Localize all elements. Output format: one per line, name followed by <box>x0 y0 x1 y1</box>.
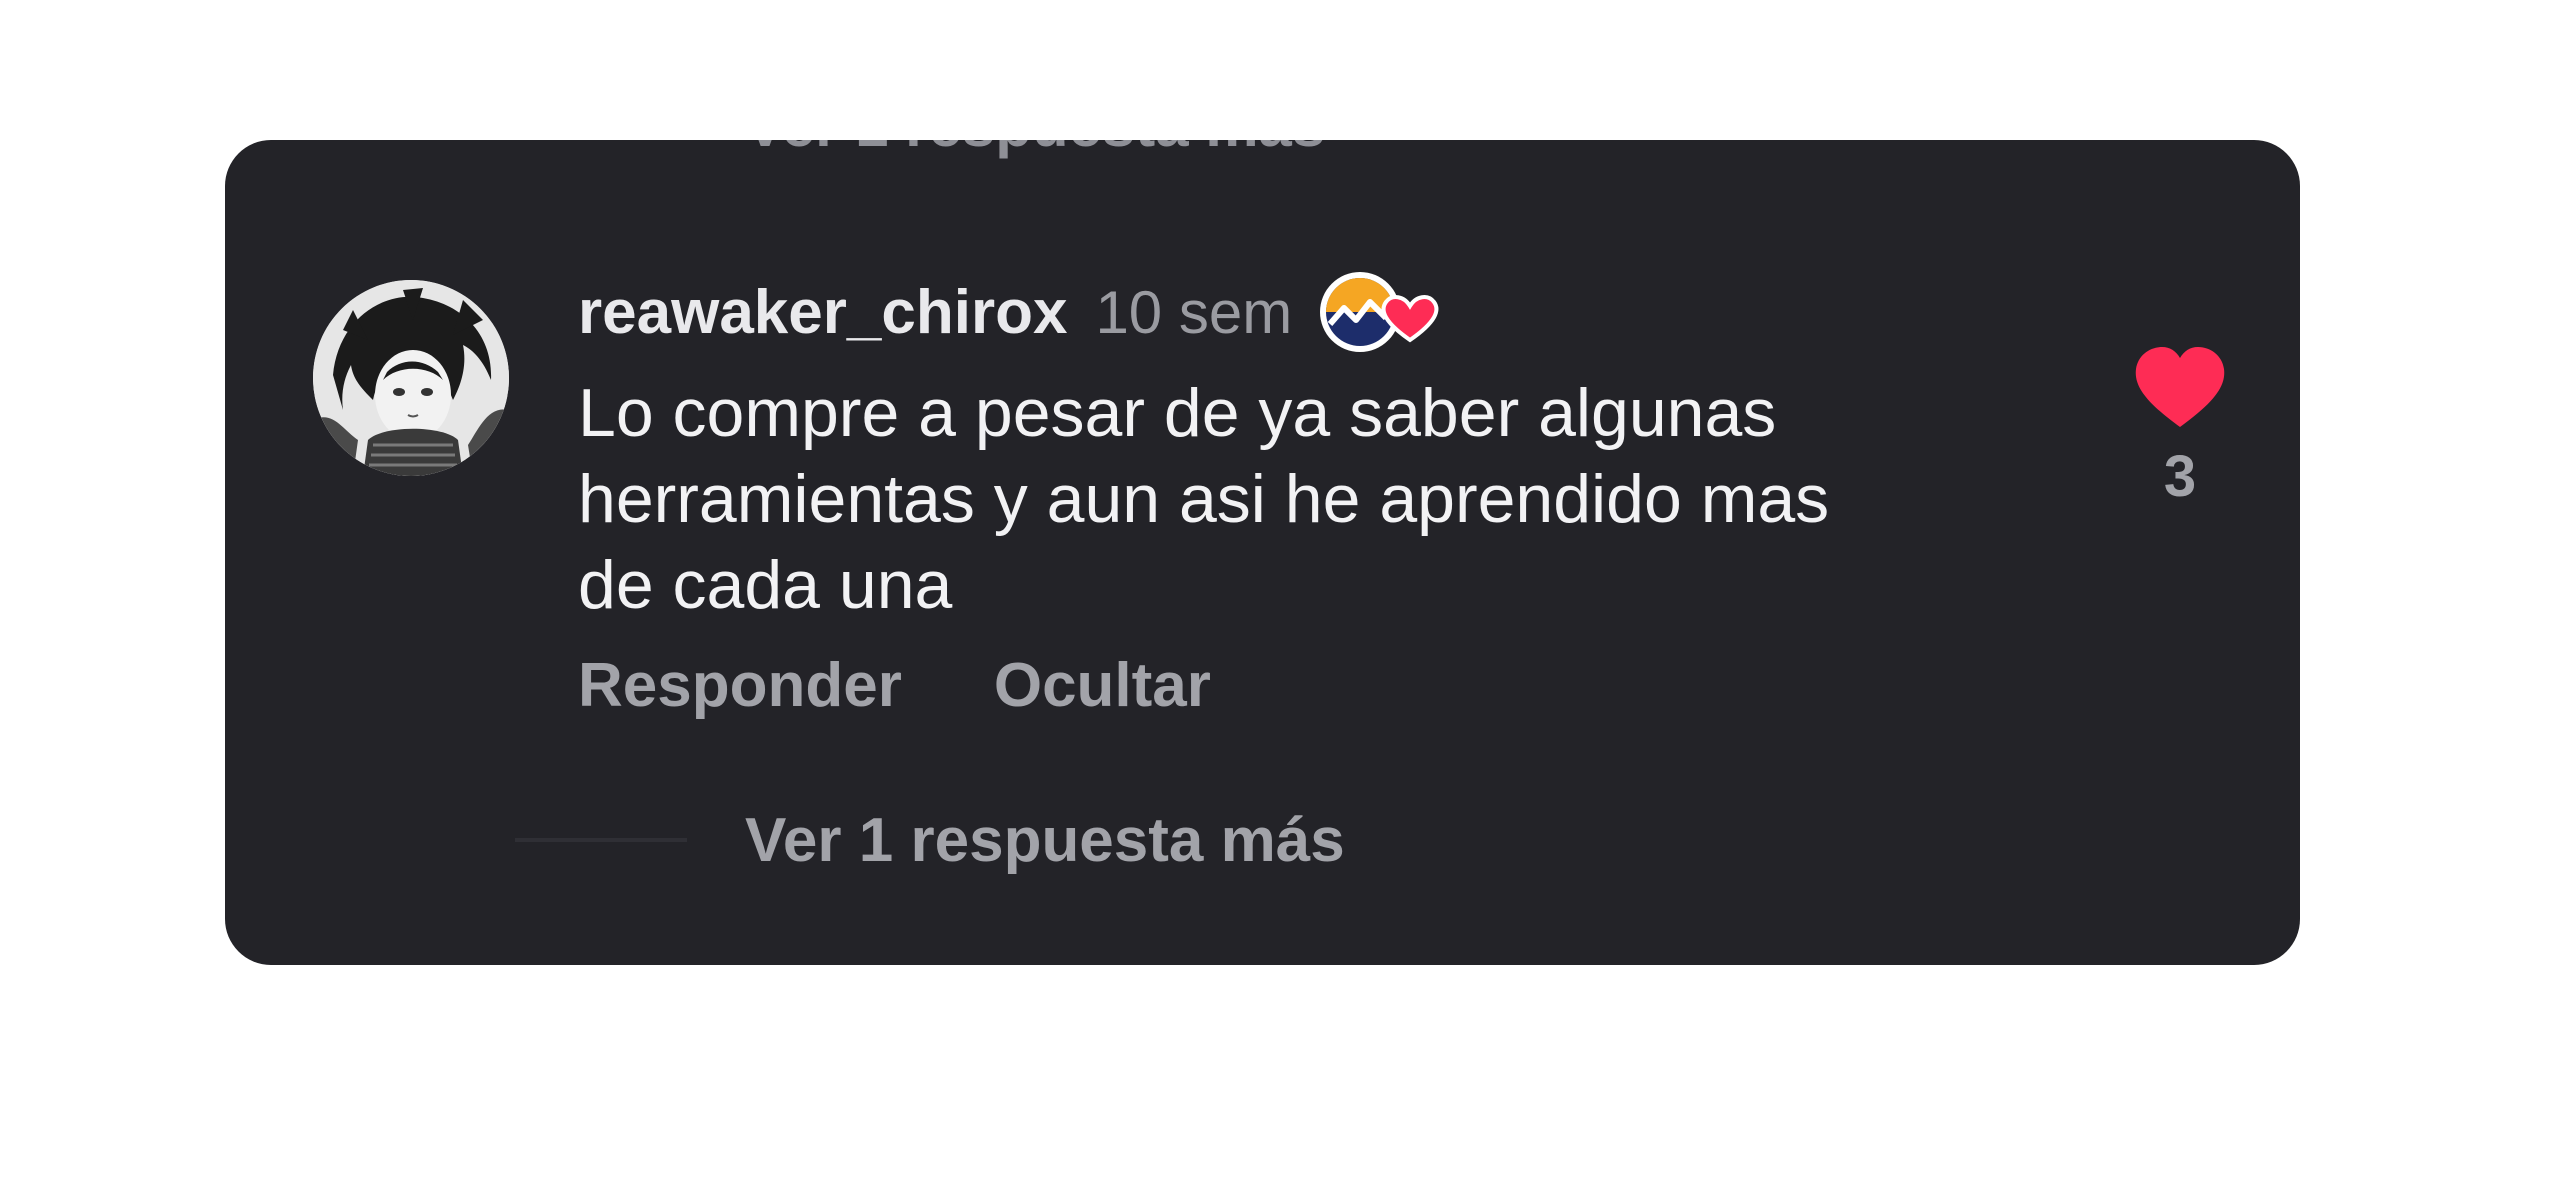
creator-liked-badge-icon <box>1314 262 1442 362</box>
reply-button[interactable]: Responder <box>578 650 902 721</box>
comment-card: Ver 1 respuesta más reawaker_chirox 10 s… <box>225 140 2300 965</box>
view-replies-row[interactable]: Ver 1 respuesta más <box>515 795 1345 885</box>
comment-text-line: herramientas y aun asi he aprendido mas <box>578 461 1830 537</box>
replies-divider <box>515 838 687 842</box>
comment-text-line: de cada una <box>578 547 953 623</box>
username[interactable]: reawaker_chirox <box>578 277 1067 348</box>
comment-text-line: Lo compre a pesar de ya saber algunas <box>578 375 1777 451</box>
avatar[interactable] <box>313 280 509 476</box>
view-replies-link[interactable]: Ver 1 respuesta más <box>745 805 1345 876</box>
user-avatar-icon <box>313 280 509 476</box>
hide-button[interactable]: Ocultar <box>994 650 1211 721</box>
comment-header: reawaker_chirox 10 sem <box>578 262 1442 362</box>
like-count: 3 <box>2163 444 2197 509</box>
comment-actions: Responder Ocultar <box>578 650 1303 721</box>
previous-replies-row[interactable]: Ver 1 respuesta más <box>225 140 2300 191</box>
comment-text: Lo compre a pesar de ya saber algunas he… <box>578 370 2138 628</box>
comment-timestamp: 10 sem <box>1095 278 1293 346</box>
like-control: 3 <box>2105 345 2255 510</box>
heart-icon[interactable] <box>2134 345 2226 429</box>
previous-replies-link[interactable]: Ver 1 respuesta más <box>745 140 1325 160</box>
